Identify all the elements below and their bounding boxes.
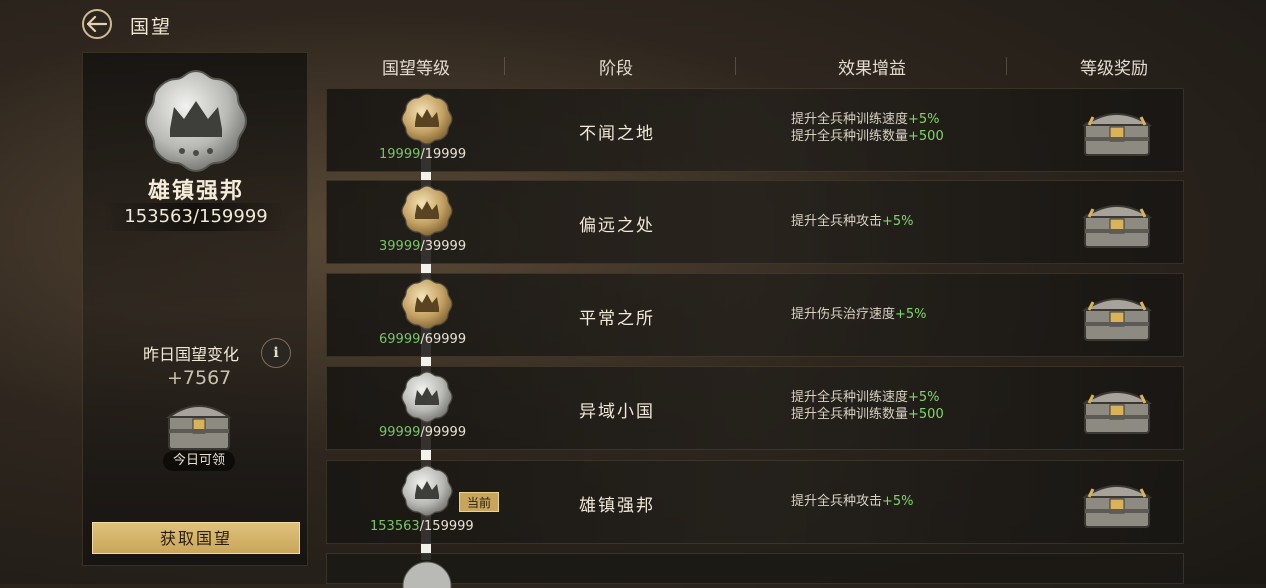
effect-line: 提升全兵种攻击+5% [791,493,914,510]
gold-crown-badge-icon [401,185,453,237]
progress-total: /69999 [420,332,467,347]
page-title: 国望 [130,16,173,38]
effect-bonus: +5% [908,112,940,127]
header-separator [735,57,736,75]
table-row: 69999/69999 平常之所 提升伤兵治疗速度+5% [326,273,1184,357]
silver-crown-badge-icon [401,465,453,517]
stage-name: 偏远之处 [579,216,655,236]
level-progress: 39999/39999 [379,237,466,257]
effect-bonus: +5% [908,390,940,405]
level-progress: 69999/69999 [379,330,466,350]
header-stage: 阶段 [599,59,633,79]
silver-crown-badge-icon [401,371,453,423]
progress-current: 39999 [379,239,421,254]
effect-bonus: +5% [882,214,914,229]
header-separator [1006,57,1007,75]
progress-current: 99999 [379,425,421,440]
effect-line: 提升全兵种训练速度+5% [791,111,944,128]
current-rank-panel: 雄镇强邦 153563/159999 昨日国望变化 i +7567 今日可领 获… [82,52,308,566]
reward-chest-icon[interactable] [1079,288,1155,342]
rank-score: 153563/159999 [103,203,289,231]
back-arrow-icon[interactable] [82,9,112,39]
progress-current: 19999 [379,147,421,162]
progress-current: 69999 [379,332,421,347]
header-effect: 效果增益 [838,59,906,79]
rank-name: 雄镇强邦 [147,179,244,204]
effect-text: 提升全兵种训练速度 [791,112,909,127]
silver-crown-badge-icon [144,69,248,173]
stage-name: 雄镇强邦 [579,496,655,516]
effect-line: 提升全兵种训练数量+500 [791,128,944,145]
header-level: 国望等级 [382,59,450,79]
yesterday-change-label: 昨日国望变化 [143,345,240,364]
gold-crown-badge-icon [401,93,453,145]
effect-list: 提升全兵种训练速度+5% 提升全兵种训练数量+500 [791,389,944,423]
yesterday-change-value: +7567 [167,367,232,389]
table-row-partial [326,553,1184,588]
effect-list: 提升全兵种攻击+5% [791,493,914,510]
progress-total: /159999 [419,519,474,534]
effect-line: 提升全兵种攻击+5% [791,213,914,230]
effect-list: 提升全兵种攻击+5% [791,213,914,230]
effect-line: 提升全兵种训练速度+5% [791,389,944,406]
table-row: 153563/159999 当前 雄镇强邦 提升全兵种攻击+5% [326,460,1184,544]
treasure-chest-icon[interactable] [163,393,235,453]
header-separator [504,57,505,75]
back-arrow-icon-glyph [87,16,107,32]
effect-bonus: +5% [882,494,914,509]
effect-list: 提升伤兵治疗速度+5% [791,306,927,323]
stage-name: 不闻之地 [579,124,655,144]
reward-chest-icon[interactable] [1079,475,1155,529]
get-prestige-button[interactable]: 获取国望 [92,522,300,554]
current-level-tag: 当前 [459,492,499,512]
effect-bonus: +5% [895,307,927,322]
table-row: 39999/39999 偏远之处 提升全兵种攻击+5% [326,180,1184,264]
reward-chest-icon[interactable] [1079,381,1155,435]
stage-name: 平常之所 [579,309,655,329]
effect-text: 提升全兵种训练速度 [791,390,909,405]
progress-current: 153563 [370,519,420,534]
effect-text: 提升全兵种训练数量 [791,129,909,144]
today-claimable-label: 今日可领 [163,451,235,471]
level-progress: 19999/19999 [379,145,466,165]
effect-bonus: +500 [908,407,944,422]
header-reward: 等级奖励 [1080,59,1148,79]
table-row: 99999/99999 异域小国 提升全兵种训练速度+5% 提升全兵种训练数量+5… [326,366,1184,450]
table-row: 19999/19999 不闻之地 提升全兵种训练速度+5% 提升全兵种训练数量+5… [326,88,1184,172]
effect-bonus: +500 [908,129,944,144]
level-progress: 153563/159999 [370,517,474,537]
gold-crown-badge-icon [401,278,453,330]
progress-total: /99999 [420,425,467,440]
effect-line: 提升全兵种训练数量+500 [791,406,944,423]
effect-text: 提升全兵种攻击 [791,494,883,509]
effect-text: 提升伤兵治疗速度 [791,307,896,322]
effect-text: 提升全兵种攻击 [791,214,883,229]
effect-line: 提升伤兵治疗速度+5% [791,306,927,323]
table-header: 国望等级 阶段 效果增益 等级奖励 [326,52,1184,80]
reward-chest-icon[interactable] [1079,103,1155,157]
level-progress: 99999/99999 [379,423,466,443]
effect-text: 提升全兵种训练数量 [791,407,909,422]
stage-name: 异域小国 [579,402,655,422]
effect-list: 提升全兵种训练速度+5% 提升全兵种训练数量+500 [791,111,944,145]
info-icon[interactable]: i [261,338,291,368]
reward-chest-icon[interactable] [1079,195,1155,249]
progress-total: /19999 [420,147,467,162]
progress-total: /39999 [420,239,467,254]
top-bar: 国望 [0,0,1266,50]
